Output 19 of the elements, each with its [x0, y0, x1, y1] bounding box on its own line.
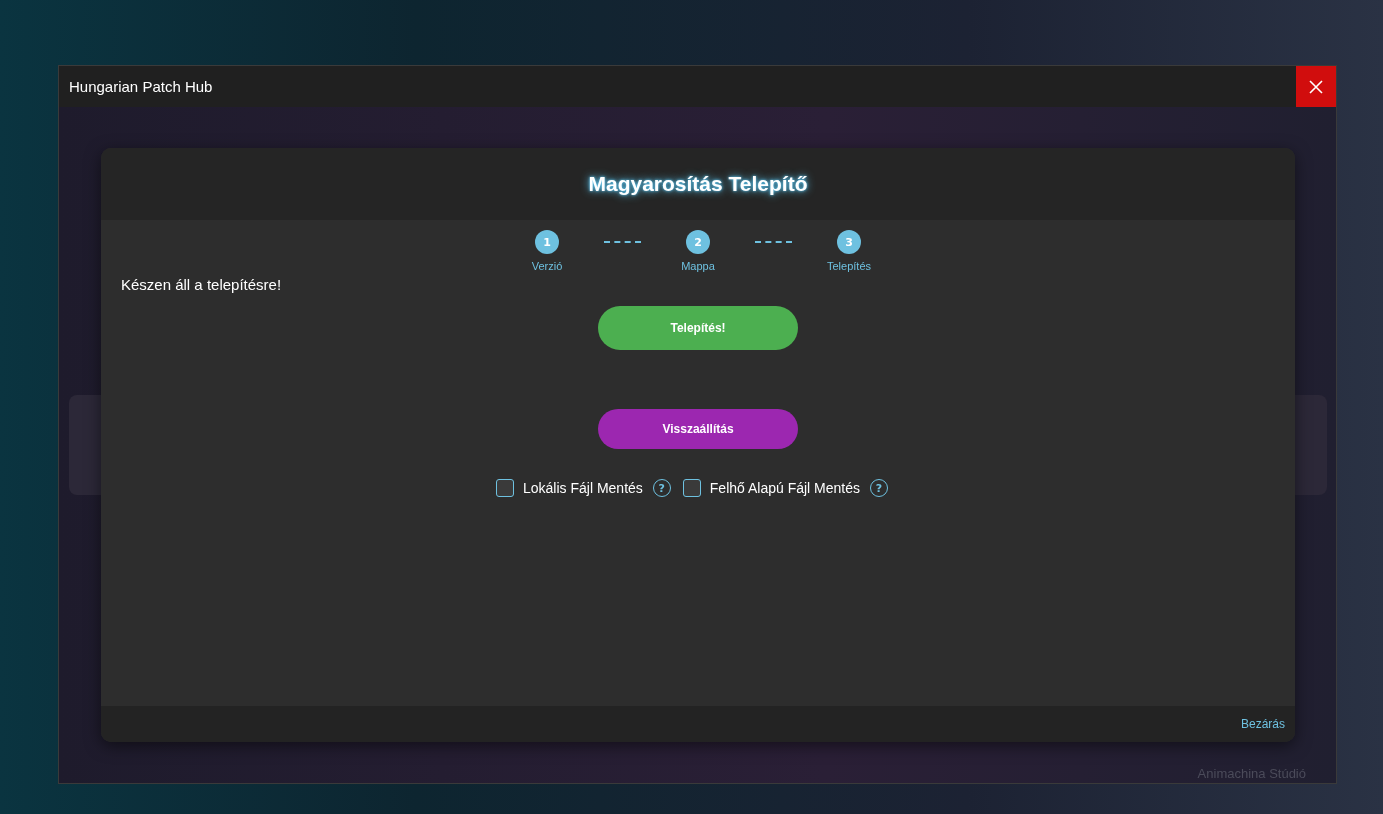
checkbox-label: Felhő Alapú Fájl Mentés: [709, 480, 860, 496]
dialog-title: Magyarosítás Telepítő: [588, 172, 808, 196]
step-label: Telepítés: [827, 260, 871, 272]
close-button[interactable]: [1296, 66, 1336, 107]
step-label: Mappa: [681, 260, 715, 272]
status-text: Készen áll a telepítésre!: [121, 276, 282, 293]
close-link[interactable]: Bezárás: [1240, 717, 1285, 731]
checkbox-label: Lokális Fájl Mentés: [523, 480, 643, 496]
step-connector: [604, 241, 641, 243]
step-connector: [755, 241, 792, 243]
step-number: 2: [686, 230, 710, 254]
window-title: Hungarian Patch Hub: [68, 78, 213, 95]
restore-button[interactable]: Visszaállítás: [598, 409, 798, 449]
checkbox[interactable]: [496, 479, 514, 497]
checkbox[interactable]: [682, 479, 701, 497]
close-icon: [1309, 79, 1323, 94]
step-number: 3: [837, 230, 861, 254]
step-label: Verzió: [531, 260, 563, 272]
step-number: 1: [535, 230, 559, 254]
